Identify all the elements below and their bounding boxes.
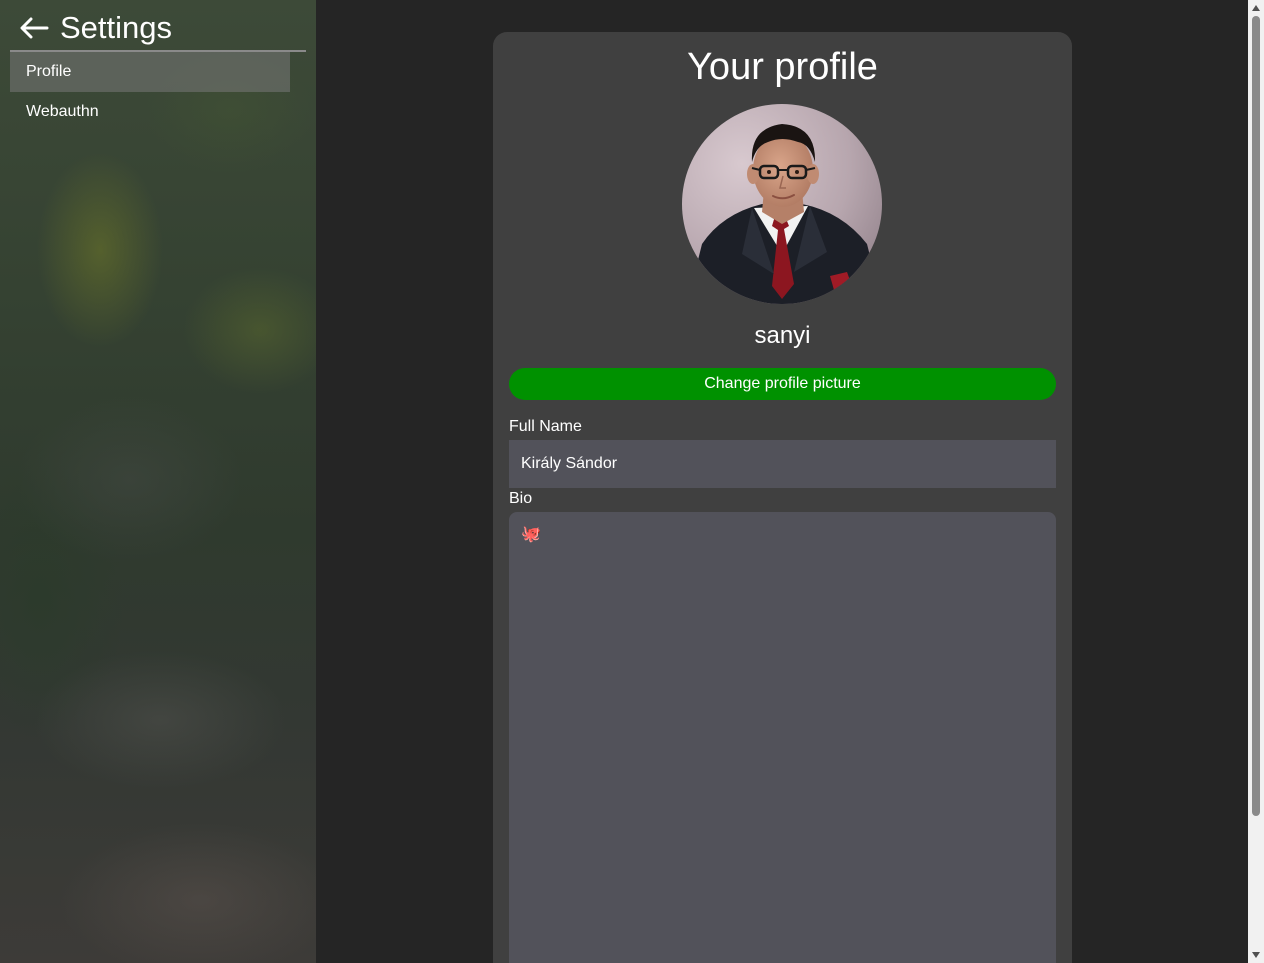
settings-app: Settings Profile Webauthn Your profile s… bbox=[0, 0, 1264, 963]
avatar bbox=[682, 104, 882, 304]
page-scrollbar[interactable] bbox=[1248, 0, 1264, 963]
sidebar-item-webauthn[interactable]: Webauthn bbox=[10, 92, 290, 132]
full-name-input[interactable] bbox=[509, 440, 1056, 488]
sidebar-item-profile[interactable]: Profile bbox=[10, 52, 290, 92]
bio-textarea[interactable]: 🐙 bbox=[509, 512, 1056, 963]
profile-card: Your profile sanyi Change profile pictur… bbox=[493, 32, 1072, 963]
full-name-label: Full Name bbox=[509, 418, 582, 435]
arrow-left-icon bbox=[20, 17, 49, 39]
back-button[interactable] bbox=[14, 8, 54, 48]
profile-photo bbox=[682, 104, 882, 304]
scroll-up-arrow-icon[interactable] bbox=[1248, 0, 1264, 16]
scrollbar-thumb[interactable] bbox=[1252, 16, 1260, 816]
page-title: Your profile bbox=[687, 46, 878, 88]
sidebar-title: Settings bbox=[60, 9, 173, 45]
bio-label: Bio bbox=[509, 490, 533, 507]
change-profile-picture-button[interactable]: Change profile picture bbox=[509, 368, 1056, 400]
sidebar-nav: Profile Webauthn bbox=[10, 52, 290, 132]
sidebar: Settings Profile Webauthn bbox=[0, 0, 316, 963]
username: sanyi bbox=[754, 322, 811, 349]
scroll-down-arrow-icon[interactable] bbox=[1248, 947, 1264, 963]
main-content: Your profile sanyi Change profile pictur… bbox=[316, 0, 1248, 963]
sidebar-header: Settings bbox=[10, 0, 306, 52]
